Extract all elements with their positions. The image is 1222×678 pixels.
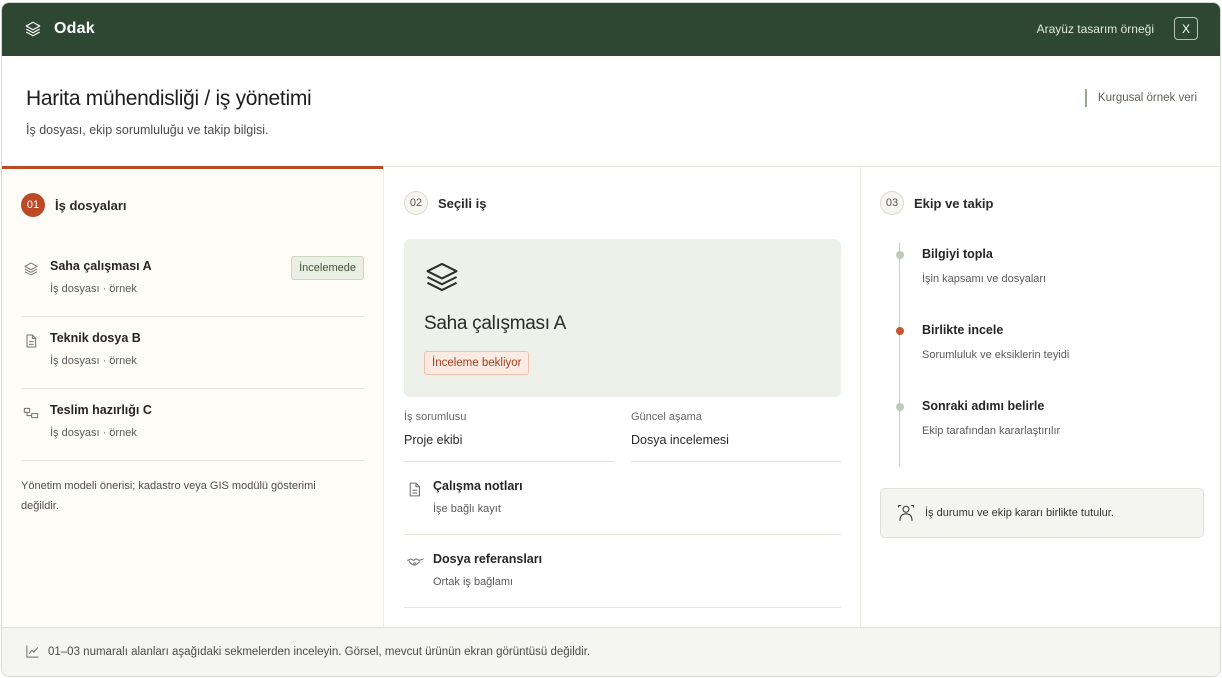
section-number: 02 [404, 191, 428, 215]
job-detail-list: Çalışma notları İşe bağlı kayıt Dosya re… [404, 462, 841, 608]
job-file-list: Saha çalışması A İş dosyası · örnek İnce… [21, 245, 364, 461]
app-window: Odak Arayüz tasarım örneği X Harita mühe… [1, 2, 1221, 677]
section-number: 03 [880, 191, 904, 215]
footer: 01–03 numaralı alanları aşağıdaki sekmel… [2, 627, 1220, 676]
item-subtitle: İş dosyası · örnek [50, 355, 137, 367]
field-value: Dosya incelemesi [631, 433, 729, 447]
step-subtitle: İşin kapsamı ve dosyaları [922, 273, 1047, 285]
section-header-02: 02 Seçili iş [404, 191, 486, 215]
item-title: Çalışma notları [433, 479, 523, 493]
brand: Odak [24, 20, 95, 38]
timeline-step[interactable]: Sonraki adımı belirle Ekip tarafından ka… [881, 397, 1201, 457]
top-bar: Odak Arayüz tasarım örneği X [2, 3, 1220, 56]
section-title: Seçili iş [438, 195, 487, 211]
section-number: 01 [21, 193, 45, 217]
trend-chart-icon [25, 644, 40, 659]
list-item[interactable]: Teknik dosya B İş dosyası · örnek [21, 317, 364, 389]
step-title: Bilgiyi topla [922, 247, 993, 261]
info-text: İş durumu ve ekip kararı birlikte tutulu… [925, 507, 1114, 519]
panel-selected-job[interactable]: 02 Seçili iş Saha çalışması A İnceleme b… [383, 167, 860, 629]
status-badge: İncelemede [291, 256, 364, 280]
progress-timeline: Bilgiyi topla İşin kapsamı ve dosyaları … [881, 239, 1201, 469]
handshake-icon [406, 554, 424, 571]
item-title: Teslim hazırlığı C [50, 403, 152, 417]
item-subtitle: İşe bağlı kayıt [433, 503, 501, 515]
step-title: Birlikte incele [922, 323, 1004, 337]
list-item[interactable]: Çalışma notları İşe bağlı kayıt [404, 462, 841, 535]
field-owner: İş sorumlusu Proje ekibi [404, 411, 614, 462]
page-subtitle: İş dosyası, ekip sorumluluğu ve takip bi… [26, 123, 269, 137]
section-title: Ekip ve takip [914, 195, 994, 211]
item-subtitle: İş dosyası · örnek [50, 427, 137, 439]
panel-note: Yönetim modeli önerisi; kadastro veya GI… [21, 480, 316, 512]
step-title: Sonraki adımı belirle [922, 399, 1045, 413]
timeline-step[interactable]: Birlikte incele Sorumluluk ve eksiklerin… [881, 321, 1201, 381]
document-icon [23, 333, 39, 349]
item-title: Teknik dosya B [50, 331, 141, 345]
section-header-01: 01 İş dosyaları [21, 193, 127, 217]
team-icon [897, 504, 915, 522]
step-subtitle: Ekip tarafından kararlaştırılır [922, 425, 1061, 437]
card-title: Saha çalışması A [424, 313, 566, 334]
info-box: İş durumu ve ekip kararı birlikte tutulu… [880, 488, 1204, 538]
list-item[interactable]: Dosya referansları Ortak iş bağlamı [404, 535, 841, 608]
list-item[interactable]: Teslim hazırlığı C İş dosyası · örnek [21, 389, 364, 461]
layers-icon [424, 261, 460, 293]
step-dot [896, 403, 904, 411]
list-item[interactable]: Saha çalışması A İş dosyası · örnek İnce… [21, 245, 364, 317]
field-label: İş sorumlusu [404, 411, 467, 423]
top-caption: Arayüz tasarım örneği [1036, 21, 1154, 36]
item-title: Dosya referansları [433, 552, 543, 566]
document-icon [406, 481, 423, 498]
page-title: Harita mühendisliği / iş yönetimi [26, 87, 312, 110]
field-label: Güncel aşama [631, 411, 702, 423]
timeline-step[interactable]: Bilgiyi topla İşin kapsamı ve dosyaları [881, 245, 1201, 305]
field-value: Proje ekibi [404, 433, 463, 447]
item-subtitle: İş dosyası · örnek [50, 283, 137, 295]
close-button[interactable]: X [1174, 17, 1198, 40]
panel-team-tracking[interactable]: 03 Ekip ve takip Bilgiyi topla İşin kaps… [860, 167, 1220, 629]
section-header-03: 03 Ekip ve takip [880, 191, 993, 215]
panels: 01 İş dosyaları Saha çalışması A İş dosy… [2, 166, 1220, 629]
panel-job-files[interactable]: 01 İş dosyaları Saha çalışması A İş dosy… [2, 166, 383, 628]
step-subtitle: Sorumluluk ve eksiklerin teyidi [922, 349, 1070, 361]
app-name: Odak [54, 20, 95, 37]
layers-icon [24, 20, 42, 38]
step-dot [896, 251, 904, 259]
status-badge: İnceleme bekliyor [424, 351, 530, 375]
footer-text: 01–03 numaralı alanları aşağıdaki sekmel… [48, 646, 591, 658]
step-dot [896, 327, 904, 335]
sample-data-tag: Kurgusal örnek veri [1084, 89, 1197, 107]
layers-icon [23, 261, 39, 277]
selected-job-card: Saha çalışması A İnceleme bekliyor [404, 239, 841, 397]
workflow-icon [23, 405, 39, 421]
field-stage: Güncel aşama Dosya incelemesi [631, 411, 841, 462]
section-title: İş dosyaları [55, 197, 127, 213]
item-subtitle: Ortak iş bağlamı [433, 576, 514, 588]
item-title: Saha çalışması A [50, 259, 152, 273]
top-right: Arayüz tasarım örneği X [1037, 17, 1198, 40]
